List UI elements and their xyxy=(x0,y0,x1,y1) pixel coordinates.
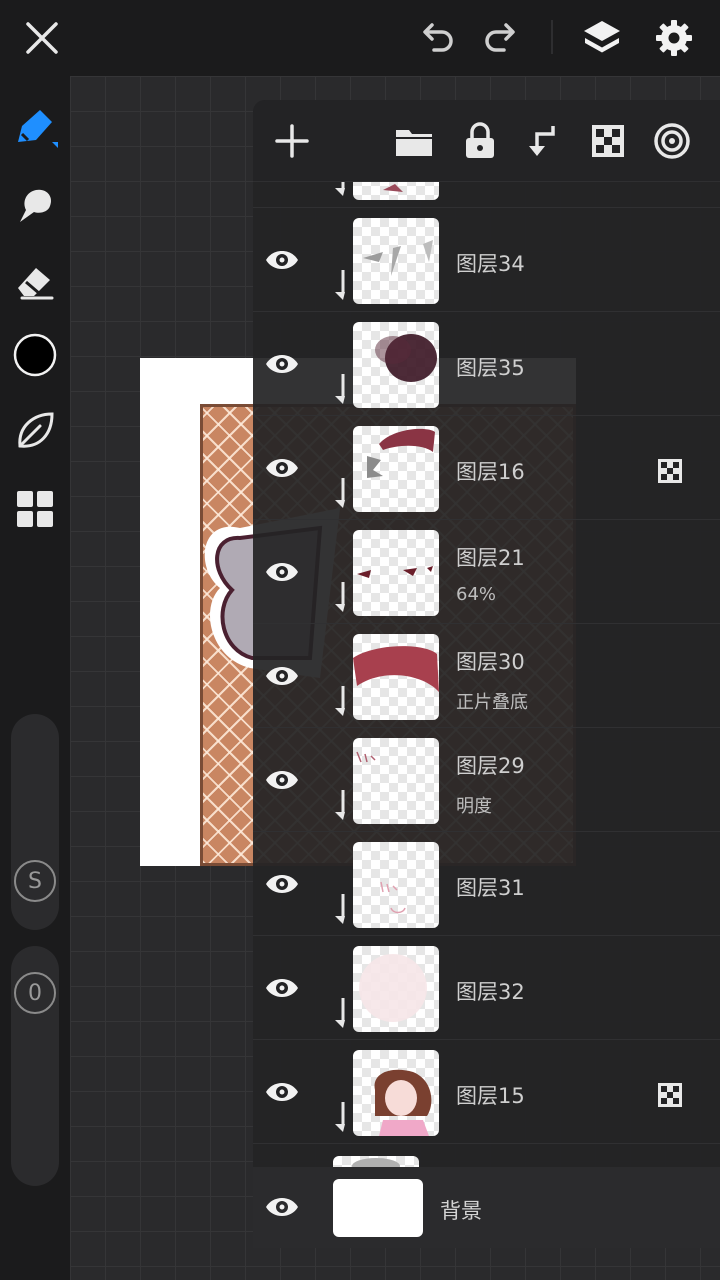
settings-gear-icon[interactable] xyxy=(652,16,696,60)
layer-row[interactable]: 图层32 xyxy=(253,936,720,1040)
layers-toolbar xyxy=(253,100,720,182)
layer-blend-mode: 正片叠底 xyxy=(456,692,528,713)
alpha-lock-indicator-icon xyxy=(657,458,683,484)
alpha-lock-icon[interactable] xyxy=(587,120,629,162)
layer-name: 图层15 xyxy=(456,1084,525,1108)
layer-name: 图层35 xyxy=(456,356,525,380)
layer-name: 图层16 xyxy=(456,460,525,484)
target-icon[interactable] xyxy=(651,120,693,162)
layer-row[interactable]: 图层30 正片叠底 xyxy=(253,624,720,728)
layer-row[interactable]: 图层15 xyxy=(253,1040,720,1144)
top-bar xyxy=(0,0,720,76)
clipping-arrow-icon xyxy=(331,268,349,302)
visibility-eye-icon[interactable] xyxy=(263,658,301,694)
layer-row[interactable]: 图层35 xyxy=(253,312,720,416)
clipping-arrow-icon xyxy=(331,788,349,822)
layer-thumbnail xyxy=(353,946,439,1032)
layer-thumbnail xyxy=(353,530,439,616)
gallery-grid-icon[interactable] xyxy=(12,486,58,532)
visibility-eye-icon[interactable] xyxy=(263,1074,301,1110)
opacity-handle[interactable]: 0 xyxy=(14,972,56,1014)
layer-name: 图层29 xyxy=(456,754,525,778)
eraser-tool-icon[interactable] xyxy=(12,258,58,304)
clipping-arrow-icon xyxy=(331,684,349,718)
brush-size-slider[interactable]: S xyxy=(11,714,59,930)
clipping-arrow-icon xyxy=(331,996,349,1030)
clipping-arrow-icon xyxy=(331,892,349,926)
tool-sidebar: S 0 xyxy=(0,76,70,1280)
layer-name: 图层31 xyxy=(456,876,525,900)
layer-thumbnail xyxy=(333,1156,419,1167)
clipping-arrow-icon xyxy=(331,580,349,614)
background-layer-name: 背景 xyxy=(440,1199,482,1223)
visibility-eye-icon[interactable] xyxy=(263,866,301,902)
layer-row[interactable]: 图层16 xyxy=(253,416,720,520)
layer-thumbnail xyxy=(353,322,439,408)
layer-row[interactable]: 图层34 xyxy=(253,208,720,312)
toolbar-divider xyxy=(551,20,553,54)
close-icon[interactable] xyxy=(20,16,64,60)
layer-name: 图层30 xyxy=(456,650,525,674)
layer-thumbnail xyxy=(353,182,439,200)
background-layer-row[interactable]: 背景 xyxy=(253,1167,720,1248)
lock-icon[interactable] xyxy=(459,120,501,162)
visibility-eye-icon[interactable] xyxy=(263,762,301,798)
layer-row-partial[interactable] xyxy=(253,1144,720,1167)
layer-list[interactable]: 图层34 图层35 图层16 图层21 64% 图层30 正片叠底 图层29 明… xyxy=(253,182,720,1167)
layer-row[interactable]: 图层21 64% xyxy=(253,520,720,624)
visibility-eye-icon[interactable] xyxy=(263,242,301,278)
layer-row[interactable]: 图层31 xyxy=(253,832,720,936)
alpha-lock-indicator-icon xyxy=(657,1082,683,1108)
clipping-arrow-icon xyxy=(331,372,349,406)
clipping-arrow-icon xyxy=(331,182,349,198)
layer-blend-mode: 明度 xyxy=(456,796,492,817)
brush-size-handle[interactable]: S xyxy=(14,860,56,902)
layer-name: 图层34 xyxy=(456,252,525,276)
undo-icon[interactable] xyxy=(414,16,458,60)
clipping-arrow-icon xyxy=(331,1100,349,1134)
background-thumbnail xyxy=(333,1179,423,1237)
visibility-eye-icon[interactable] xyxy=(263,1189,301,1225)
layers-panel: 图层34 图层35 图层16 图层21 64% 图层30 正片叠底 图层29 明… xyxy=(253,100,720,1248)
opacity-slider[interactable]: 0 xyxy=(11,946,59,1186)
visibility-eye-icon[interactable] xyxy=(263,346,301,382)
clipping-mask-icon[interactable] xyxy=(523,120,565,162)
color-picker-swatch[interactable] xyxy=(12,332,58,378)
layer-name: 图层21 xyxy=(456,546,525,570)
add-layer-icon[interactable] xyxy=(271,120,313,162)
layer-name: 图层32 xyxy=(456,980,525,1004)
layer-thumbnail xyxy=(353,426,439,512)
layer-thumbnail xyxy=(353,1050,439,1136)
redo-icon[interactable] xyxy=(480,16,524,60)
visibility-eye-icon[interactable] xyxy=(263,450,301,486)
layer-thumbnail xyxy=(353,738,439,824)
layer-thumbnail xyxy=(353,842,439,928)
layers-icon[interactable] xyxy=(580,16,624,60)
layer-row-partial[interactable] xyxy=(253,182,720,208)
layer-thumbnail xyxy=(353,218,439,304)
layer-opacity: 64% xyxy=(456,584,497,605)
leaf-icon[interactable] xyxy=(12,408,58,454)
layer-row[interactable]: 图层29 明度 xyxy=(253,728,720,832)
layer-thumbnail xyxy=(353,634,439,720)
folder-icon[interactable] xyxy=(393,120,435,162)
clipping-arrow-icon xyxy=(331,476,349,510)
visibility-eye-icon[interactable] xyxy=(263,554,301,590)
smudge-tool-icon[interactable] xyxy=(12,182,58,228)
visibility-eye-icon[interactable] xyxy=(263,970,301,1006)
brush-tool-icon[interactable] xyxy=(12,104,58,150)
